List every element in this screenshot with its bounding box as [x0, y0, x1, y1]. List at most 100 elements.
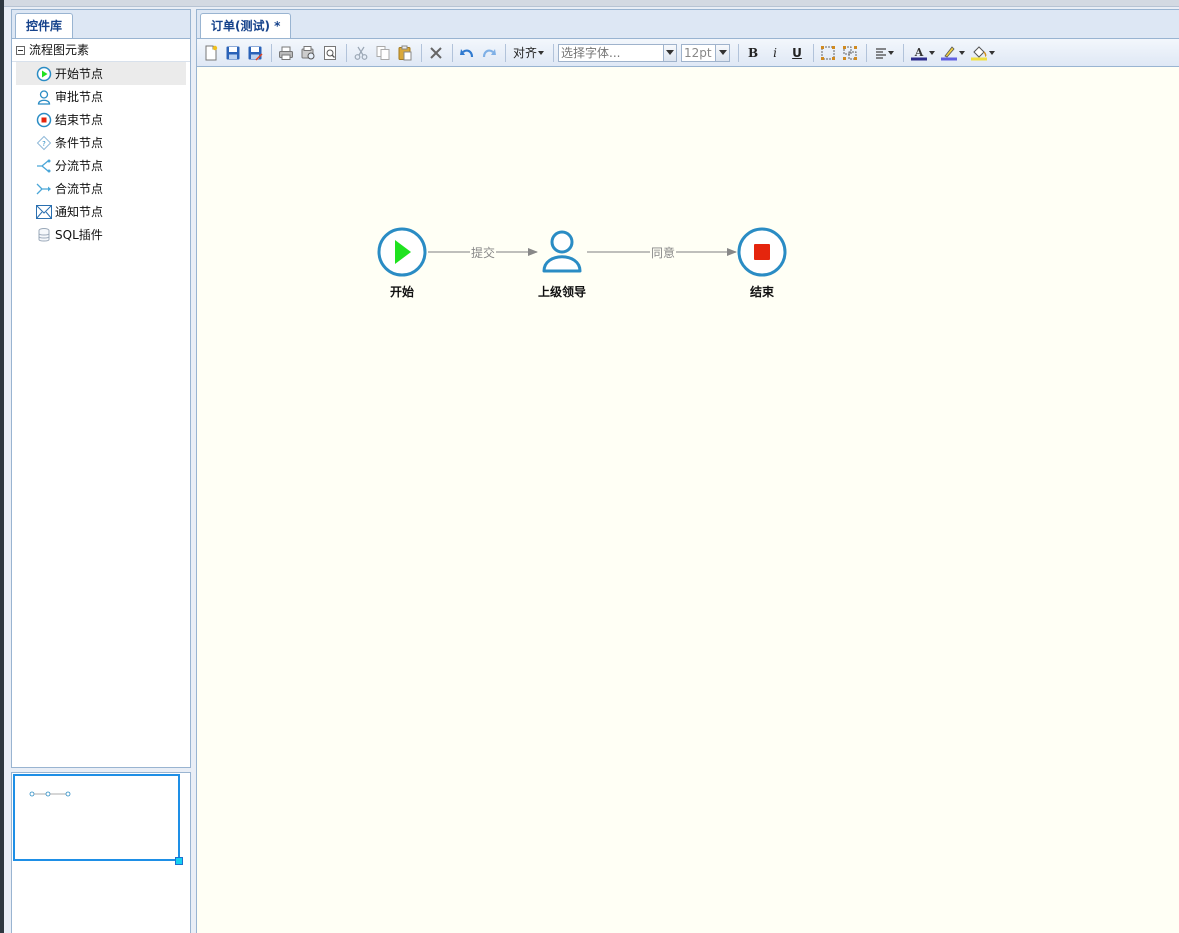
- edge-label-submit: 提交: [470, 244, 497, 261]
- font-family-input[interactable]: [559, 44, 664, 61]
- font-family-select[interactable]: [558, 43, 678, 62]
- print-icon: [279, 46, 293, 60]
- paste-icon: [398, 45, 412, 60]
- font-size-input[interactable]: [682, 44, 716, 61]
- chevron-down-icon[interactable]: [715, 44, 730, 61]
- highlight-color-button[interactable]: [938, 43, 966, 63]
- viewport-resize-handle[interactable]: [175, 857, 183, 865]
- svg-text:?: ?: [42, 140, 46, 148]
- window-left-edge: [0, 0, 4, 933]
- library-tabbar: 控件库: [12, 10, 190, 39]
- delete-button[interactable]: [426, 43, 446, 63]
- condition-node-icon: ?: [36, 135, 52, 151]
- item-label: SQL插件: [55, 228, 103, 242]
- new-file-icon: [205, 45, 218, 60]
- editor-toolbar: 对齐 B i U A: [197, 39, 1179, 67]
- control-library-panel: 控件库 流程图元素 开始节点 审批节点 结束节点 ? 条件节点 分流节点 合流节…: [11, 9, 191, 768]
- end-node[interactable]: [737, 227, 787, 277]
- start-node[interactable]: [377, 227, 427, 277]
- item-label: 合流节点: [55, 182, 104, 196]
- item-label: 分流节点: [55, 159, 104, 173]
- editor-panel: 订单(测试) * 对齐 选择字体... 12pt B i U A 提交 同意 开…: [196, 9, 1179, 933]
- library-item-fork-node[interactable]: 分流节点: [16, 154, 186, 177]
- align-left-icon: [875, 47, 886, 59]
- flowchart-elements-group[interactable]: 流程图元素: [12, 39, 190, 62]
- page-preview-icon: [324, 45, 336, 60]
- collapse-icon[interactable]: [16, 45, 25, 55]
- library-item-sql-plugin[interactable]: SQL插件: [16, 223, 186, 246]
- group-label: 流程图元素: [29, 43, 90, 57]
- overview-panel: [11, 772, 191, 933]
- save-as-button[interactable]: [245, 43, 265, 63]
- print-preview-button[interactable]: [298, 43, 318, 63]
- dropdown-arrow-icon: [538, 51, 545, 55]
- italic-button[interactable]: i: [765, 43, 785, 63]
- approval-node[interactable]: [542, 230, 582, 273]
- item-label: 条件节点: [55, 136, 104, 150]
- dropdown-arrow-icon: [988, 50, 995, 55]
- flow-diagram-svg: [377, 227, 787, 277]
- diagram-canvas[interactable]: 提交 同意 开始 上级领导 结束: [197, 67, 1179, 933]
- print-button[interactable]: [276, 43, 296, 63]
- notify-node-icon: [36, 204, 52, 220]
- toolbar-separator: [738, 43, 740, 62]
- window-top-strip: [0, 0, 1179, 7]
- new-button[interactable]: [201, 43, 221, 63]
- font-color-button[interactable]: A: [908, 43, 936, 63]
- end-node-label: 结束: [749, 285, 774, 299]
- library-item-approval-node[interactable]: 审批节点: [16, 85, 186, 108]
- item-label: 审批节点: [55, 90, 104, 104]
- paste-button[interactable]: [395, 43, 415, 63]
- toolbar-separator: [505, 43, 506, 62]
- svg-text:A: A: [913, 46, 923, 59]
- save-icon: [226, 46, 240, 59]
- start-node-icon: [36, 66, 52, 82]
- item-label: 通知节点: [55, 205, 104, 219]
- tab-control-library[interactable]: 控件库: [15, 13, 74, 38]
- library-item-start-node[interactable]: 开始节点: [16, 62, 186, 85]
- editor-tabbar: 订单(测试) *: [197, 10, 1179, 39]
- copy-icon: [376, 45, 390, 60]
- tab-order-test[interactable]: 订单(测试) *: [200, 13, 292, 38]
- paint-bucket-icon: [970, 45, 987, 60]
- toolbar-separator: [452, 43, 453, 62]
- bold-button[interactable]: B: [743, 43, 763, 63]
- library-item-notify-node[interactable]: 通知节点: [16, 200, 186, 223]
- cut-button[interactable]: [351, 43, 371, 63]
- stop-icon: [754, 244, 770, 260]
- library-item-end-node[interactable]: 结束节点: [16, 108, 186, 131]
- toolbar-separator: [866, 43, 868, 62]
- copy-button[interactable]: [373, 43, 393, 63]
- dropdown-arrow-icon: [928, 50, 935, 55]
- library-item-condition-node[interactable]: ? 条件节点: [16, 131, 186, 154]
- overview-viewport[interactable]: [13, 774, 180, 861]
- redo-icon: [482, 48, 496, 57]
- dropdown-arrow-icon: [958, 50, 965, 55]
- page-preview-button[interactable]: [320, 43, 340, 63]
- undo-icon: [460, 48, 474, 57]
- toolbar-separator: [813, 43, 815, 62]
- item-label: 结束节点: [55, 113, 104, 127]
- approval-node-icon: [36, 89, 52, 105]
- library-item-join-node[interactable]: 合流节点: [16, 177, 186, 200]
- align-menu-button[interactable]: 对齐: [510, 43, 547, 63]
- toolbar-separator: [903, 43, 905, 62]
- print-preview-icon: [301, 45, 315, 59]
- fill-color-button[interactable]: [968, 43, 996, 63]
- save-button[interactable]: [223, 43, 243, 63]
- toolbar-separator: [421, 43, 422, 62]
- toolbar-separator: [346, 43, 347, 62]
- undo-button[interactable]: [457, 43, 477, 63]
- highlight-pen-icon: [940, 45, 957, 60]
- text-align-menu-button[interactable]: [871, 43, 897, 63]
- redo-button[interactable]: [479, 43, 499, 63]
- dropdown-arrow-icon: [887, 50, 894, 55]
- group-icon: [821, 45, 836, 60]
- ungroup-button[interactable]: [840, 43, 860, 63]
- group-button[interactable]: [818, 43, 838, 63]
- toolbar-separator: [553, 43, 555, 62]
- underline-button[interactable]: U: [787, 43, 807, 63]
- cut-icon: [354, 46, 368, 60]
- font-size-select[interactable]: [681, 43, 731, 62]
- chevron-down-icon[interactable]: [663, 44, 677, 61]
